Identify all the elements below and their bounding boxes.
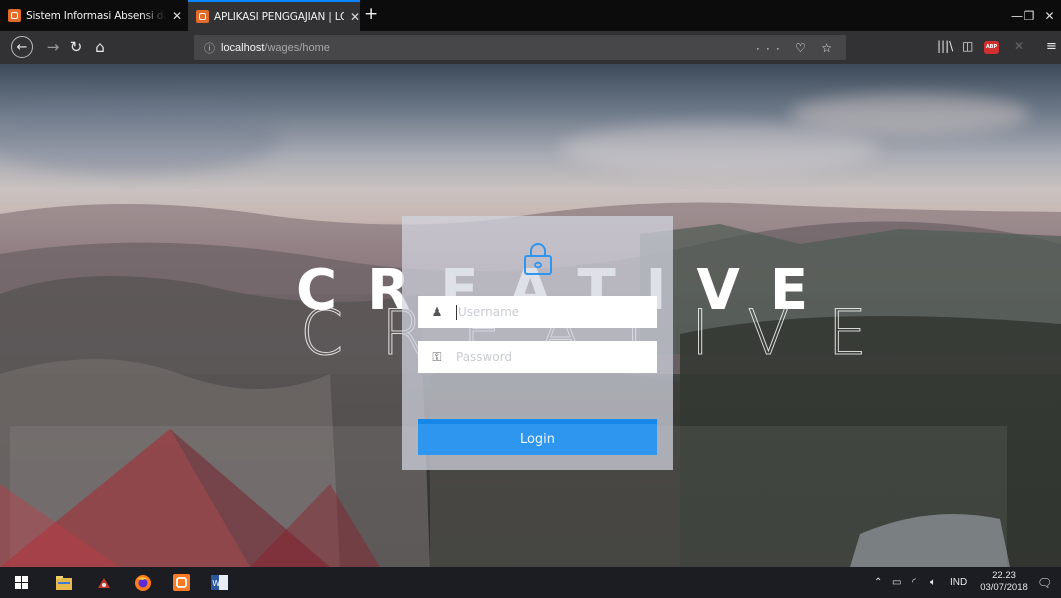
decorative-triangles — [0, 429, 380, 567]
site-info-icon[interactable]: ⓘ — [204, 40, 215, 56]
file-explorer-icon[interactable] — [54, 573, 73, 592]
page-actions[interactable]: ··· ♡ ☆ — [756, 41, 838, 55]
login-page: CREATIVE CREATIVE ♟ ⚿ Login — [0, 64, 1061, 567]
language-indicator[interactable]: IND — [950, 567, 967, 598]
tab-title: Sistem Informasi Absensi dan P — [26, 9, 166, 22]
tray-chevron-icon[interactable]: ⌃ — [874, 567, 882, 598]
address-bar[interactable]: ⓘ localhost/wages/home ··· ♡ ☆ — [194, 35, 846, 60]
battery-icon[interactable]: ▭ — [892, 567, 901, 598]
username-field[interactable]: ♟ — [418, 296, 657, 328]
close-tab-icon[interactable]: ✕ — [172, 9, 182, 23]
windows-taskbar: W ⌃ ▭ ◜ 🔈︎ IND 22.23 03/07/2018 🗨︎ — [0, 567, 1061, 598]
clock-date: 03/07/2018 — [980, 582, 1028, 593]
wifi-icon[interactable]: ◜ — [912, 567, 916, 598]
url-host: localhost — [221, 41, 265, 54]
word-icon[interactable]: W — [210, 573, 229, 592]
cloud-shape — [790, 94, 1030, 134]
login-button[interactable]: Login — [418, 419, 657, 455]
library-icon[interactable]: |||\ — [937, 39, 953, 53]
browser-tab-login[interactable]: APLIKASI PENGGAJIAN | LOGIN ✕ — [188, 0, 360, 31]
clock-time: 22.23 — [992, 570, 1016, 581]
username-input[interactable] — [458, 305, 648, 319]
close-window-icon[interactable]: ✕ — [1038, 0, 1061, 31]
text-caret — [456, 304, 457, 320]
forward-arrow-icon[interactable]: → — [43, 36, 63, 58]
browser-nav-bar: ← → ↻ ⌂ ⓘ localhost/wages/home ··· ♡ ☆ |… — [0, 31, 1061, 64]
xampp-favicon-icon — [8, 9, 21, 22]
close-tab-icon[interactable]: ✕ — [350, 10, 360, 24]
menu-icon[interactable]: ≡ — [1046, 39, 1057, 54]
adblock-plus-icon[interactable]: ABP — [984, 41, 999, 54]
key-icon: ⚿ — [432, 349, 442, 364]
cloud-shape — [560, 124, 880, 174]
extension-x-icon[interactable]: ✕ — [1014, 39, 1024, 53]
tab-title: APLIKASI PENGGAJIAN | LOGIN — [214, 10, 344, 23]
home-icon[interactable]: ⌂ — [90, 36, 110, 58]
xampp-favicon-icon — [196, 10, 209, 23]
back-arrow-icon[interactable]: ← — [11, 36, 33, 58]
xampp-taskbar-icon[interactable] — [172, 573, 191, 592]
password-input[interactable] — [456, 350, 646, 364]
login-card: ♟ ⚿ Login — [402, 216, 673, 470]
browser-tab-absensi[interactable]: Sistem Informasi Absensi dan P ✕ — [0, 0, 182, 31]
svg-text:W: W — [212, 579, 220, 588]
cloud-shape — [0, 104, 280, 174]
network-app-icon[interactable] — [94, 573, 113, 592]
browser-tab-bar: Sistem Informasi Absensi dan P ✕ APLIKAS… — [0, 0, 1061, 31]
system-clock[interactable]: 22.23 03/07/2018 — [980, 570, 1028, 594]
notification-icon[interactable]: 🗨︎ — [1037, 567, 1052, 598]
reload-icon[interactable]: ↻ — [66, 36, 86, 58]
sidebar-icon[interactable]: ◫ — [962, 39, 973, 53]
new-tab-button[interactable]: + — [364, 4, 378, 24]
windows-start-icon[interactable] — [12, 573, 31, 592]
password-field[interactable]: ⚿ — [418, 341, 657, 373]
firefox-icon[interactable] — [133, 573, 152, 592]
url-path: /wages/home — [264, 41, 330, 54]
user-icon: ♟ — [431, 305, 443, 319]
padlock-icon — [524, 243, 552, 275]
volume-icon[interactable]: 🔈︎ — [930, 567, 936, 598]
